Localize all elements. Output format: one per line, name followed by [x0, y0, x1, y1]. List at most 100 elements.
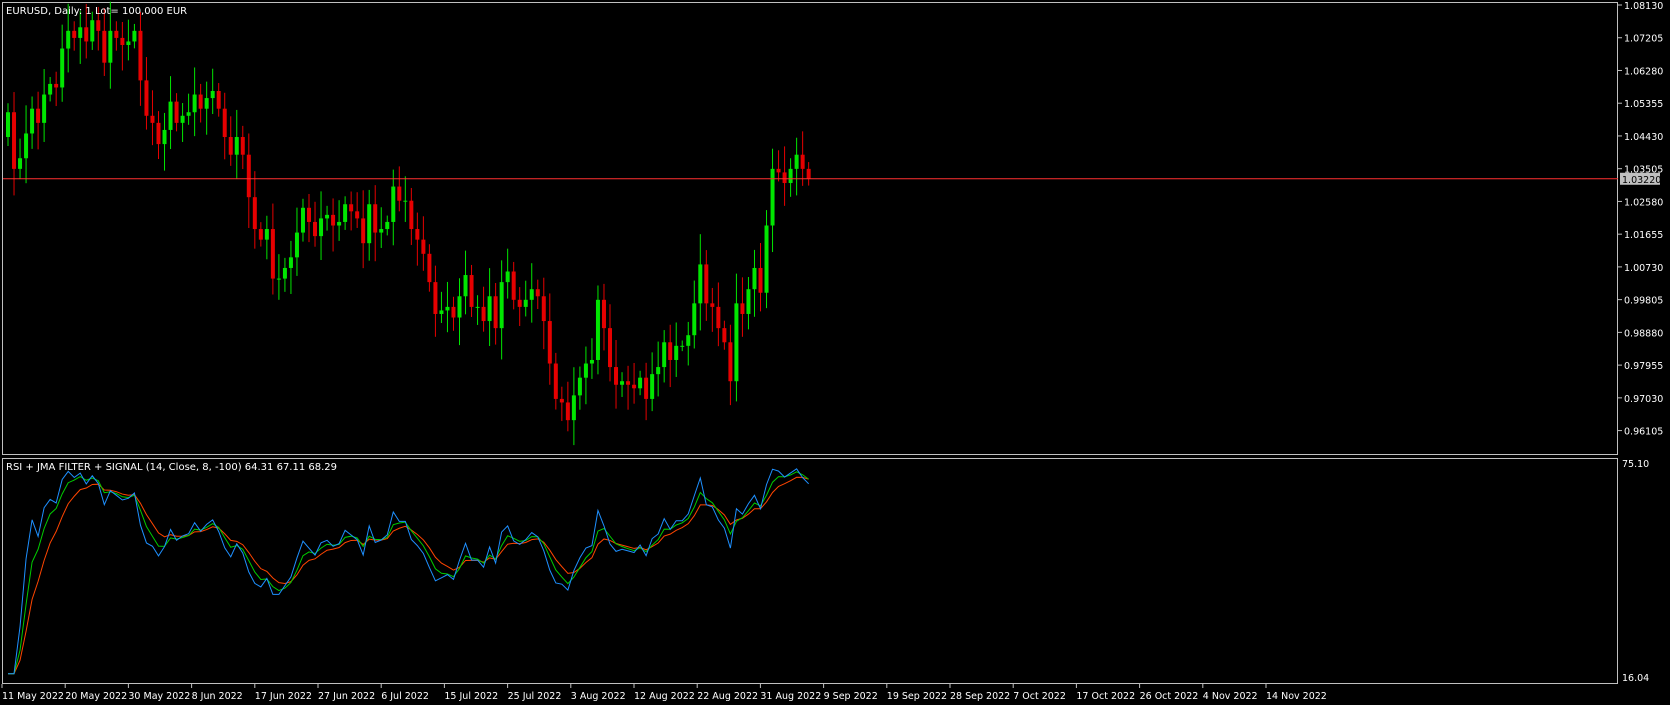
y-tick-label: 1.02580 — [1624, 197, 1663, 208]
candle-body — [373, 204, 378, 233]
candle-body — [18, 158, 23, 169]
candle-body — [204, 98, 209, 109]
x-tick-label: 7 Oct 2022 — [1013, 691, 1066, 702]
candle-body — [240, 137, 245, 155]
candle-body — [608, 328, 612, 368]
candle-body — [30, 108, 35, 134]
candle-body — [361, 218, 366, 244]
candle-body — [601, 299, 606, 329]
candle-body — [800, 154, 805, 169]
candle-body — [469, 275, 474, 307]
candle-body — [397, 186, 402, 201]
candle-body — [806, 168, 811, 179]
candle-body — [583, 363, 588, 378]
x-tick-label: 19 Sep 2022 — [887, 691, 947, 702]
candle-body — [313, 221, 318, 237]
candle-body — [589, 359, 594, 364]
candle-body — [325, 214, 330, 219]
x-tick-label: 28 Sep 2022 — [950, 691, 1010, 702]
candle-body — [258, 229, 263, 240]
x-tick-label: 14 Nov 2022 — [1266, 691, 1327, 702]
candle-body — [734, 303, 739, 382]
candle-body — [710, 303, 715, 307]
y-tick-label: 1.07205 — [1624, 34, 1663, 45]
candle-body — [547, 321, 552, 364]
candle-body — [770, 168, 775, 226]
candle-body — [48, 83, 53, 95]
candle-body — [108, 30, 113, 63]
candle-body — [656, 367, 661, 375]
candle-body — [294, 232, 299, 258]
candle-body — [620, 381, 625, 385]
candle-body — [595, 299, 600, 360]
candle-body — [764, 225, 769, 293]
x-tick-label: 26 Oct 2022 — [1140, 691, 1199, 702]
candle-body — [644, 377, 649, 399]
x-tick-label: 11 May 2022 — [2, 691, 64, 702]
candle-body — [120, 37, 125, 45]
candle-body — [403, 200, 408, 202]
candle-body — [541, 296, 546, 322]
candle-body — [228, 137, 233, 155]
candle-body — [451, 306, 456, 318]
candle-body — [626, 381, 631, 385]
candle-body — [698, 264, 703, 304]
candle-body — [343, 204, 348, 222]
candle-body — [553, 363, 558, 399]
candle-body — [12, 112, 17, 169]
candle-body — [523, 299, 528, 307]
candle-body — [499, 282, 504, 329]
candle-body — [746, 289, 751, 314]
candle-body — [529, 289, 534, 300]
x-tick-label: 15 Jul 2022 — [444, 691, 498, 702]
x-tick-label: 8 Jun 2022 — [192, 691, 243, 702]
candle-body — [210, 91, 215, 99]
candle-body — [776, 168, 781, 173]
candle-body — [638, 377, 643, 389]
candle-body — [252, 197, 257, 230]
candle-body — [60, 48, 65, 88]
candle-body — [138, 30, 143, 81]
candle-body — [740, 303, 745, 314]
candle-body — [276, 278, 281, 280]
candle-body — [439, 310, 444, 314]
x-tick-label: 9 Sep 2022 — [824, 691, 878, 702]
candle-body — [758, 267, 763, 293]
candle-body — [475, 306, 480, 308]
candle-body — [385, 221, 390, 230]
candle-body — [379, 229, 384, 233]
indicator-top-label: 75.10 — [1622, 459, 1649, 470]
candle-body — [794, 154, 799, 169]
candle-body — [782, 172, 787, 184]
candle-body — [668, 342, 673, 360]
x-tick-label: 30 May 2022 — [128, 691, 190, 702]
candle-body — [96, 20, 101, 31]
candle-body — [577, 377, 582, 396]
x-tick-label: 6 Jul 2022 — [381, 691, 429, 702]
candle-body — [704, 264, 709, 304]
candle-body — [632, 384, 637, 389]
candle-body — [282, 267, 287, 279]
x-tick-label: 12 Aug 2022 — [634, 691, 695, 702]
candle-body — [270, 229, 275, 279]
y-tick-label: 1.06280 — [1624, 66, 1663, 77]
candle-body — [493, 296, 498, 329]
candle-body — [102, 30, 107, 63]
candle-body — [24, 133, 29, 159]
candle-body — [391, 186, 396, 222]
x-tick-label: 17 Jun 2022 — [255, 691, 312, 702]
price-panel-title: EURUSD, Daily: 1 Lot= 100,000 EUR — [6, 6, 187, 17]
candle-body — [505, 271, 510, 283]
candle-body — [90, 20, 95, 42]
candle-body — [331, 214, 336, 226]
candle-body — [84, 27, 89, 42]
x-tick-label: 4 Nov 2022 — [1203, 691, 1258, 702]
y-tick-label: 1.04430 — [1624, 132, 1663, 143]
y-tick-label: 1.05355 — [1624, 99, 1663, 110]
candle-body — [559, 398, 564, 403]
candle-body — [481, 306, 486, 322]
candle-body — [180, 115, 185, 123]
candle-body — [571, 395, 576, 421]
candle-body — [150, 115, 155, 123]
candle-body — [680, 345, 685, 347]
